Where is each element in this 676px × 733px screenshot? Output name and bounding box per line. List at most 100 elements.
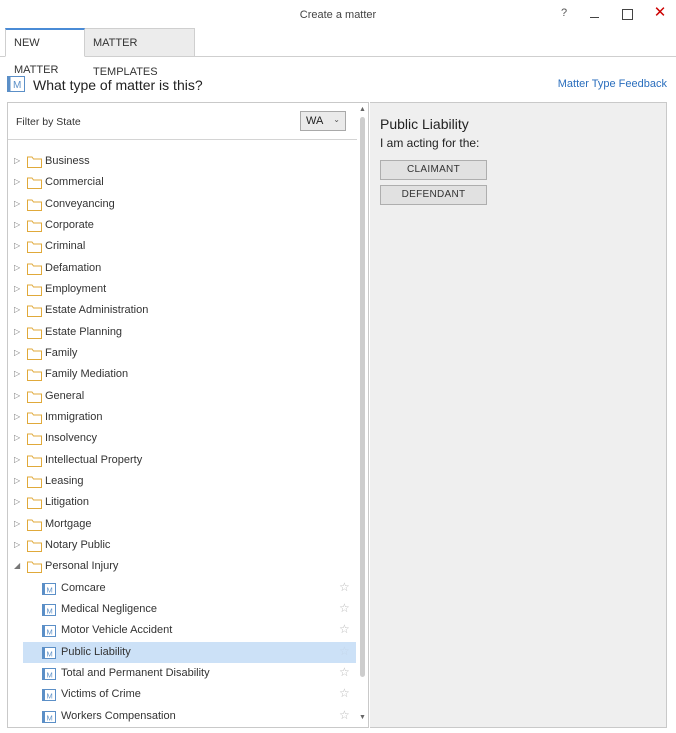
tree-folder-expanded[interactable]: ◢ Personal Injury [8, 556, 356, 577]
help-button[interactable]: ? [554, 7, 574, 25]
tree-folder[interactable]: ▷ Criminal [8, 236, 356, 257]
expand-icon[interactable]: ▷ [14, 241, 22, 251]
tree-folder[interactable]: ▷ Insolvency [8, 428, 356, 449]
tree-matter-type[interactable]: M Motor Vehicle Accident ☆ [8, 620, 356, 641]
tree-folder[interactable]: ▷ Family [8, 343, 356, 364]
folder-icon [27, 411, 42, 424]
expand-icon[interactable]: ▷ [14, 305, 22, 315]
tree-folder-label: Mortgage [45, 517, 92, 530]
minimize-button[interactable] [585, 6, 605, 24]
chevron-down-icon: ⌄ [333, 115, 340, 124]
tree-folder[interactable]: ▷ Defamation [8, 258, 356, 279]
expand-icon[interactable]: ▷ [14, 476, 22, 486]
tree-matter-type[interactable]: M Public Liability ☆ [23, 641, 356, 663]
tree-scrollbar[interactable]: ▲ ▼ [357, 103, 368, 727]
expand-icon[interactable]: ▷ [14, 327, 22, 337]
expand-icon[interactable]: ▷ [14, 519, 22, 529]
folder-icon [27, 155, 42, 168]
tree-matter-type[interactable]: M Medical Negligence ☆ [8, 599, 356, 620]
expand-icon[interactable]: ▷ [14, 263, 22, 273]
tree-matter-type[interactable]: M Comcare ☆ [8, 578, 356, 599]
folder-icon [27, 304, 42, 318]
scrollbar-thumb[interactable] [360, 117, 365, 677]
tree-folder[interactable]: ▷ Leasing [8, 471, 356, 492]
tree-matter-type[interactable]: M Total and Permanent Disability ☆ [8, 663, 356, 684]
tree-folder-label: Employment [45, 282, 107, 295]
acting-for-label: I am acting for the: [380, 136, 480, 150]
tree-folder[interactable]: ▷ Intellectual Property [8, 450, 356, 471]
folder-icon [27, 475, 42, 488]
expand-icon[interactable]: ▷ [14, 348, 22, 358]
folder-icon [27, 326, 42, 339]
expand-icon[interactable]: ▷ [14, 540, 22, 550]
claimant-button[interactable]: CLAIMANT [380, 160, 487, 180]
tree-folder[interactable]: ▷ Corporate [8, 215, 356, 236]
tree-folder[interactable]: ▷ Commercial [8, 172, 356, 193]
tab-matter-templates[interactable]: MATTER TEMPLATES [85, 28, 195, 78]
folder-icon [27, 219, 42, 232]
tree-folder[interactable]: ▷ Notary Public [8, 535, 356, 556]
expand-icon[interactable]: ▷ [14, 177, 22, 187]
tree-folder-label: Conveyancing [45, 197, 115, 210]
window-title: Create a matter [299, 9, 377, 21]
tree-folder[interactable]: ▷ Conveyancing [8, 194, 356, 215]
scroll-down-icon[interactable]: ▼ [359, 714, 366, 721]
expand-icon[interactable]: ▷ [14, 369, 22, 379]
filter-row: Filter by State WA ⌄ [8, 103, 368, 140]
star-icon[interactable]: ☆ [339, 708, 350, 722]
tree-folder[interactable]: ▷ Estate Planning [8, 322, 356, 343]
scroll-up-icon[interactable]: ▲ [359, 106, 366, 113]
matter-type-feedback-link[interactable]: Matter Type Feedback [558, 78, 667, 90]
matter-type-icon: M [42, 667, 56, 680]
star-icon[interactable]: ☆ [339, 601, 350, 615]
expand-icon[interactable]: ▷ [14, 284, 22, 294]
maximize-button[interactable] [617, 6, 637, 24]
folder-icon [27, 283, 42, 296]
expand-icon[interactable]: ▷ [14, 220, 22, 230]
star-icon[interactable]: ☆ [339, 580, 350, 594]
svg-text:M: M [13, 80, 21, 91]
tree-matter-type-label: Comcare [61, 581, 106, 594]
star-icon[interactable]: ☆ [339, 665, 350, 679]
tree-folder-label: Corporate [45, 218, 94, 231]
close-button[interactable]: ✕ [650, 3, 670, 21]
tree-folder[interactable]: ▷ Business [8, 151, 356, 172]
tab-new-matter[interactable]: NEW MATTER [5, 28, 85, 76]
collapse-icon[interactable]: ◢ [14, 561, 22, 571]
tree-folder-label: Notary Public [45, 538, 111, 551]
expand-icon[interactable]: ▷ [14, 412, 22, 422]
folder-icon [27, 240, 42, 254]
defendant-button[interactable]: DEFENDANT [380, 185, 487, 205]
star-icon[interactable]: ☆ [339, 686, 350, 700]
tree-folder[interactable]: ▷ Mortgage [8, 514, 356, 535]
tree-matter-type[interactable]: M Workers Compensation ☆ [8, 706, 356, 727]
expand-icon[interactable]: ▷ [14, 497, 22, 507]
matter-type-icon: M [42, 710, 56, 723]
tree-folder[interactable]: ▷ Litigation [8, 492, 356, 513]
tree-folder[interactable]: ▷ Immigration [8, 407, 356, 428]
tree-folder-label: General [45, 389, 85, 402]
matter-type-icon: M [42, 646, 56, 659]
star-icon[interactable]: ☆ [339, 644, 350, 658]
tree-folder[interactable]: ▷ Estate Administration [8, 300, 356, 321]
expand-icon[interactable]: ▷ [14, 455, 22, 465]
expand-icon[interactable]: ▷ [14, 433, 22, 443]
folder-icon [27, 390, 42, 403]
svg-text:M: M [47, 713, 53, 722]
expand-icon[interactable]: ▷ [14, 156, 22, 166]
tree-folder[interactable]: ▷ Family Mediation [8, 364, 356, 385]
tree-folder[interactable]: ▷ General [8, 386, 356, 407]
folder-icon [27, 198, 42, 211]
folder-icon [27, 496, 42, 510]
folder-icon [27, 560, 42, 574]
tree-folder-label: Intellectual Property [45, 453, 143, 466]
tree-folder[interactable]: ▷ Employment [8, 279, 356, 300]
tree-folder-label: Estate Administration [45, 304, 149, 317]
star-icon[interactable]: ☆ [339, 622, 350, 636]
state-select[interactable]: WA ⌄ [300, 111, 346, 131]
tree-matter-type[interactable]: M Victims of Crime ☆ [8, 684, 356, 705]
matter-type-icon: M [42, 603, 56, 616]
expand-icon[interactable]: ▷ [14, 199, 22, 209]
page-title: What type of matter is this? [33, 77, 203, 93]
expand-icon[interactable]: ▷ [14, 391, 22, 401]
